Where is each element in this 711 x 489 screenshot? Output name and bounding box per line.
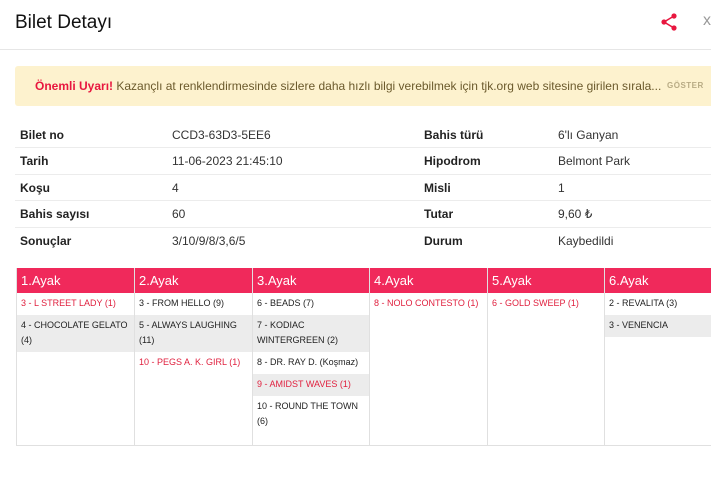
horse-entry: 3 - FROM HELLO (9) — [139, 298, 225, 308]
leg-title: 1.Ayak — [17, 268, 134, 293]
leg-title: 6.Ayak — [605, 268, 711, 293]
info-label: Misli — [424, 180, 451, 195]
winning-horse: 8 - NOLO CONTESTO (1) — [374, 298, 479, 308]
info-value: 9,60 ₺ — [558, 207, 593, 222]
info-value: 1 — [558, 180, 565, 195]
leg-column: 1.Ayak 3 - L STREET LADY (1) 4 - CHOCOLATE… — [17, 268, 135, 445]
horse-entry: 10 - ROUND THE TOWN (6) — [257, 401, 359, 426]
info-row: Tarih 11-06-2023 21:45:10 Hipodrom Belmont … — [15, 148, 711, 175]
leg-title: 3.Ayak — [253, 268, 369, 293]
leg-title: 5.Ayak — [488, 268, 604, 293]
info-value: 3/10/9/8/3,6/5 — [172, 233, 246, 248]
info-row: Sonuçlar 3/10/9/8/3,6/5 Durum Kaybedildi — [15, 228, 711, 254]
leg-title: 2.Ayak — [135, 268, 252, 293]
winning-horse: 3 - L STREET LADY (1) — [21, 298, 116, 308]
horse-entry: 6 - BEADS (7) — [257, 298, 315, 308]
horse-entry: 2 - REVALITA (3) — [609, 298, 678, 308]
legs-grid: 1.Ayak 3 - L STREET LADY (1) 4 - CHOCOLATE… — [16, 268, 711, 446]
warning-title: Önemli Uyarı! — [35, 79, 114, 93]
warning-banner: Önemli Uyarı! Kazançlı at renklendirmesi… — [15, 66, 711, 106]
winning-horse: 9 - AMIDST WAVES (1) — [253, 374, 369, 396]
info-value: 6'lı Ganyan — [558, 128, 619, 142]
leg-column: 4.Ayak 8 - NOLO CONTESTO (1) — [370, 268, 488, 445]
leg-title: 4.Ayak — [370, 268, 487, 293]
info-label: Bilet no — [20, 128, 64, 142]
info-label: Bahis türü — [424, 128, 484, 142]
warning-text: Önemli Uyarı! Kazançlı at renklendirmesi… — [35, 79, 661, 93]
info-row: Bilet no CCD3-63D3-5EE6 Bahis türü 6'lı Gan… — [15, 122, 711, 149]
leg-column: 2.Ayak 3 - FROM HELLO (9) 5 - ALWAYS LAUGH… — [135, 268, 253, 445]
info-row: Koşu 4 Misli 1 — [15, 175, 711, 202]
info-value: Kaybedildi — [558, 233, 614, 248]
info-value: 4 — [172, 180, 179, 195]
info-label: Hipodrom — [424, 154, 481, 169]
leg-column: 6.Ayak 2 - REVALITA (3) 3 - VENENCIA — [605, 268, 711, 445]
close-icon[interactable]: x — [703, 12, 711, 30]
winning-horse: 6 - GOLD SWEEP (1) — [492, 298, 579, 308]
modal-header: Bilet Detayı x — [0, 0, 711, 50]
ticket-info: Bilet no CCD3-63D3-5EE6 Bahis türü 6'lı Gan… — [15, 122, 711, 254]
info-label: Tutar — [424, 207, 454, 222]
leg-column: 5.Ayak 6 - GOLD SWEEP (1) — [488, 268, 605, 445]
info-label: Bahis sayısı — [20, 207, 90, 222]
horse-entry: 3 - VENENCIA — [605, 315, 711, 337]
horse-entry: 4 - CHOCOLATE GELATO (4) — [17, 315, 134, 352]
info-value: Belmont Park — [558, 154, 631, 169]
page-title: Bilet Detayı — [15, 12, 113, 33]
horse-entry: 5 - ALWAYS LAUGHING (11) — [135, 315, 252, 352]
info-label: Durum — [424, 233, 463, 248]
share-icon[interactable] — [659, 12, 679, 32]
show-button[interactable]: GÖSTER — [667, 81, 704, 90]
info-label: Sonuçlar — [20, 233, 72, 248]
info-row: Bahis sayısı 60 Tutar 9,60 ₺ — [15, 201, 711, 228]
info-value: 11-06-2023 21:45:10 — [172, 154, 283, 169]
info-value: 60 — [172, 207, 186, 222]
winning-horse: 10 - PEGS A. K. GIRL (1) — [139, 357, 241, 367]
horse-entry: 8 - DR. RAY D. (Koşmaz) — [257, 357, 359, 367]
horse-entry: 7 - KODIAC WINTERGREEN (2) — [253, 315, 369, 352]
warning-message: Kazançlı at renklendirmesinde sizlere da… — [116, 79, 662, 93]
leg-column: 3.Ayak 6 - BEADS (7) 7 - KODIAC WINTERGREE… — [253, 268, 370, 445]
info-label: Tarih — [20, 154, 49, 169]
info-value: CCD3-63D3-5EE6 — [172, 128, 271, 142]
info-label: Koşu — [20, 180, 50, 195]
